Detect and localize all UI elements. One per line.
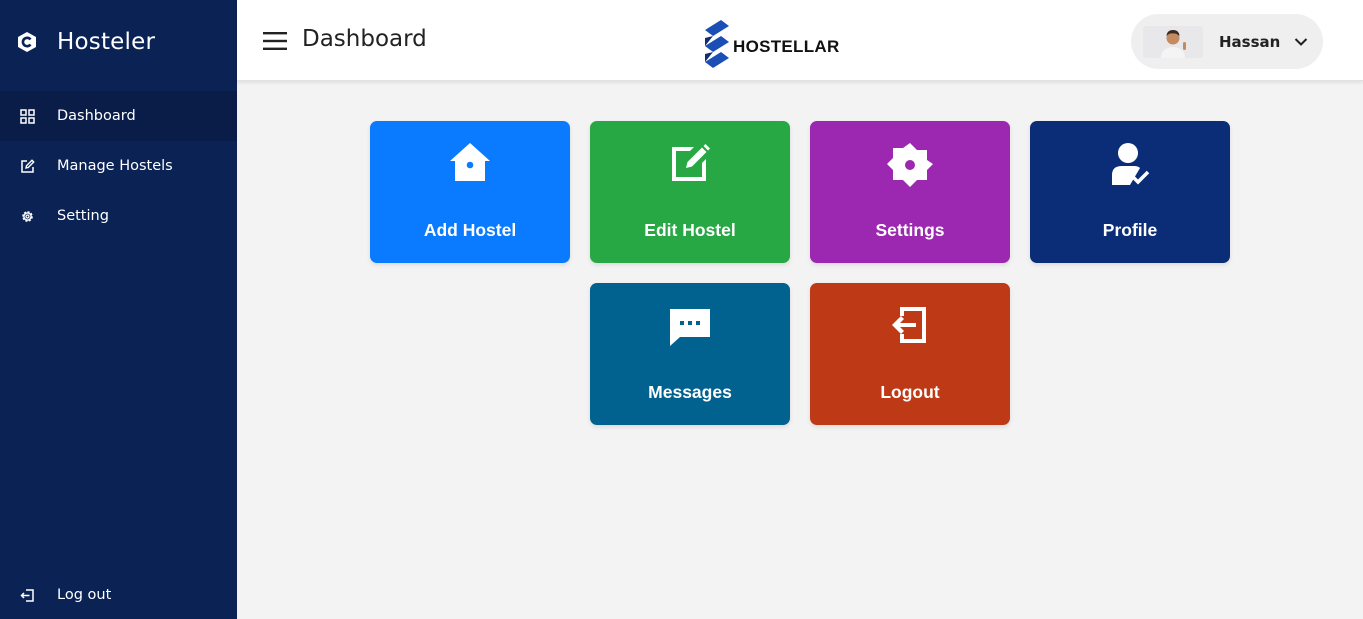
- tile-label: Add Hostel: [423, 220, 517, 240]
- house-icon: [450, 143, 490, 181]
- sidebar-item-label: Dashboard: [57, 108, 136, 124]
- hostellar-logo-icon: [705, 20, 729, 68]
- chat-icon: [670, 309, 710, 346]
- user-menu[interactable]: Hassan: [1131, 14, 1323, 69]
- sidebar-item-label: Setting: [57, 208, 109, 224]
- gear-icon: [887, 143, 933, 187]
- tile-label: Messages: [648, 382, 732, 402]
- sidebar-item-dashboard[interactable]: Dashboard: [0, 91, 237, 141]
- tile-add-hostel[interactable]: Add Hostel: [370, 121, 570, 263]
- top-header: Dashboard HOSTELLAR Hassan: [237, 0, 1363, 81]
- logout-label: Log out: [57, 587, 112, 603]
- brand-logo-icon: [18, 32, 36, 52]
- page-title: Dashboard: [302, 26, 427, 52]
- sidebar: Hosteler Dashboard Manage Hostels Settin…: [0, 0, 237, 619]
- tile-label: Edit Hostel: [644, 220, 736, 240]
- sidebar-item-manage-hostels[interactable]: Manage Hostels: [0, 141, 237, 191]
- sidebar-item-setting[interactable]: Setting: [0, 191, 237, 241]
- sidebar-nav: Dashboard Manage Hostels Setting: [0, 91, 237, 241]
- edit-square-icon: [672, 144, 710, 181]
- brand-name: Hosteler: [57, 29, 156, 55]
- tile-edit-hostel[interactable]: Edit Hostel: [590, 121, 790, 263]
- tile-label: Logout: [880, 382, 940, 402]
- user-check-icon: [1112, 143, 1150, 185]
- logo-text: HOSTELLAR: [733, 37, 840, 56]
- sidebar-brand[interactable]: Hosteler: [16, 27, 155, 57]
- tile-settings[interactable]: Settings: [810, 121, 1010, 263]
- avatar: [1143, 25, 1203, 58]
- hostellar-logo: HOSTELLAR: [703, 15, 840, 69]
- tile-profile[interactable]: Profile: [1030, 121, 1230, 263]
- tile-label: Settings: [875, 220, 945, 240]
- user-name: Hassan: [1219, 32, 1281, 51]
- hamburger-menu-icon[interactable]: [263, 31, 287, 51]
- grid-icon: [20, 108, 35, 124]
- sidebar-logout[interactable]: Log out: [0, 571, 237, 619]
- tile-logout[interactable]: Logout: [810, 283, 1010, 425]
- gear-icon: [20, 209, 35, 224]
- tile-label: Profile: [1102, 220, 1158, 240]
- chevron-down-icon: [1295, 37, 1308, 46]
- logout-icon: [892, 307, 926, 343]
- logout-icon: [20, 588, 35, 603]
- sidebar-item-label: Manage Hostels: [57, 158, 173, 174]
- edit-icon: [20, 158, 35, 174]
- tile-messages[interactable]: Messages: [590, 283, 790, 425]
